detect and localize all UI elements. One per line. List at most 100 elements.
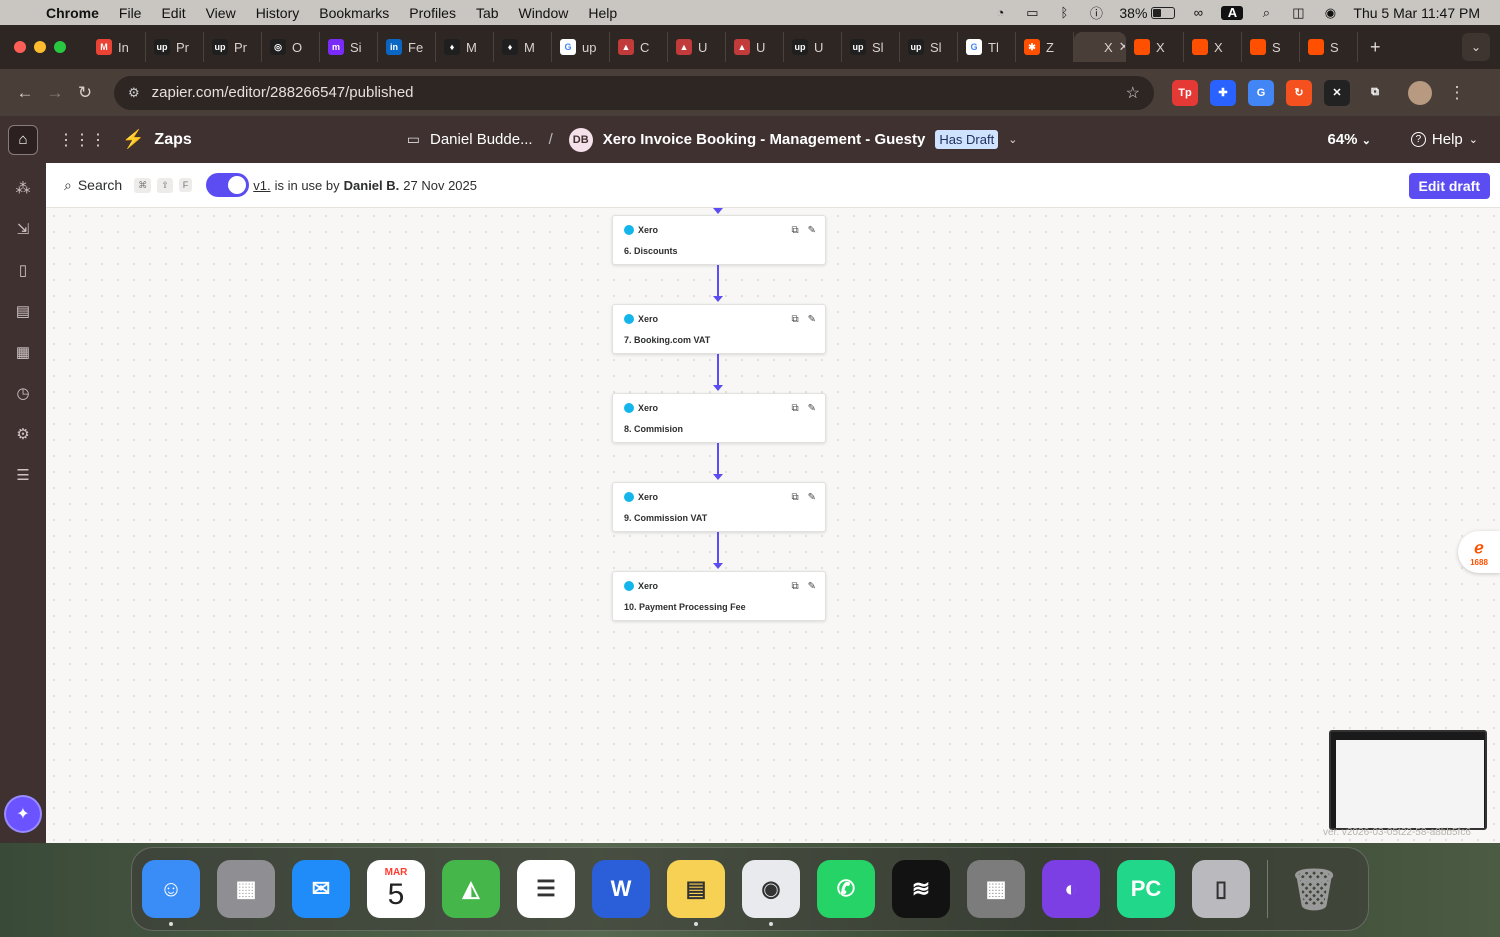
edit-step-icon[interactable]: ✎ [808, 492, 816, 503]
calendar-icon[interactable]: ▦ [12, 341, 34, 363]
browser-tab[interactable]: ✱ Z [1016, 32, 1074, 62]
browser-tab[interactable]: X [1184, 32, 1242, 62]
iphone-mirroring-app[interactable]: ▯ [1192, 860, 1250, 918]
firefox-app[interactable]: ◐ [1042, 860, 1100, 918]
clock-icon[interactable]: ◔ [991, 5, 1009, 20]
browser-tab[interactable]: X [1126, 32, 1184, 62]
browser-tab[interactable]: M In [88, 32, 146, 62]
workflow-step-card[interactable]: Xero ⧉ ✎ 9. Commission VAT [612, 482, 826, 532]
profile-avatar[interactable] [1408, 80, 1432, 105]
puzzle-extension-icon[interactable]: ⧉ [1362, 80, 1388, 106]
browser-tab[interactable]: up Sl [900, 32, 958, 62]
menu-app-name[interactable]: Chrome [36, 5, 109, 21]
siri-icon[interactable]: ◉ [1321, 5, 1339, 20]
forward-button[interactable]: → [40, 83, 70, 103]
x-extension-icon[interactable]: ✕ [1324, 79, 1350, 106]
close-window-button[interactable] [14, 41, 26, 53]
edit-step-icon[interactable]: ✎ [808, 225, 816, 236]
browser-tab[interactable]: ▲ C [610, 32, 668, 62]
browser-tab[interactable]: X✕ [1074, 32, 1126, 62]
browser-tab[interactable]: ◎ O [262, 32, 320, 62]
workflow-step-card[interactable]: Xero ⧉ ✎ 7. Booking.com VAT [612, 304, 826, 354]
menu-file[interactable]: File [109, 5, 152, 21]
browser-tab[interactable]: ♦ M [494, 32, 552, 62]
browser-tab[interactable]: S [1300, 32, 1358, 62]
workflow-step-card[interactable]: Xero ⧉ ✎ 6. Discounts [612, 215, 826, 265]
zoom-control[interactable]: 64% ⌄ [1328, 131, 1371, 148]
help-menu[interactable]: ? Help ⌄ [1410, 131, 1478, 148]
menu-edit[interactable]: Edit [151, 5, 195, 21]
browser-tab[interactable]: Gup [552, 32, 610, 62]
edit-step-icon[interactable]: ✎ [808, 403, 816, 414]
bluetooth-icon[interactable]: ᛒ [1055, 5, 1073, 20]
calculator-app[interactable]: ▦ [967, 860, 1025, 918]
browser-tab[interactable]: in Fe [378, 32, 436, 62]
whatsapp-app[interactable]: ✆ [817, 860, 875, 918]
close-tab-icon[interactable]: ✕ [1119, 39, 1125, 55]
copy-step-icon[interactable]: ⧉ [791, 581, 798, 592]
versions-icon[interactable]: ☰ [12, 464, 34, 486]
comments-icon[interactable]: ▤ [12, 300, 34, 322]
canvas-search-button[interactable]: ⌕ Search ⌘ ⇧ F [64, 177, 193, 194]
history-icon[interactable]: ◷ [12, 382, 34, 404]
chrome-app[interactable]: ◉ [742, 860, 800, 926]
copy-step-icon[interactable]: ⧉ [791, 492, 798, 503]
control-center-icon[interactable]: ◫ [1289, 5, 1307, 20]
display-icon[interactable]: ▭ [1023, 5, 1041, 20]
copy-step-icon[interactable]: ⧉ [791, 314, 798, 325]
tab-search-button[interactable]: ⌄ [1462, 33, 1490, 61]
spotlight-search-icon[interactable]: ⌕ [1257, 5, 1275, 20]
browser-tab[interactable]: ▲ U [668, 32, 726, 62]
browser-tab[interactable]: S [1242, 32, 1300, 62]
browser-tab[interactable]: ♦ M [436, 32, 494, 62]
menu-bookmarks[interactable]: Bookmarks [309, 5, 399, 21]
copy-step-icon[interactable]: ⧉ [791, 403, 798, 414]
browser-tab[interactable]: m Si [320, 32, 378, 62]
workflow-step-card[interactable]: Xero ⧉ ✎ 8. Commision [612, 393, 826, 443]
copy-step-icon[interactable]: ⧉ [791, 225, 798, 236]
reload-button[interactable]: ↻ [70, 83, 100, 103]
minimize-window-button[interactable] [34, 41, 46, 53]
address-bar[interactable]: ⚙ zapier.com/editor/288266547/published … [114, 75, 1154, 110]
browser-tab[interactable]: ▲ U [726, 32, 784, 62]
menu-profiles[interactable]: Profiles [399, 5, 466, 21]
version-link[interactable]: v1. [253, 178, 270, 193]
folder-link[interactable]: Daniel Budde... [430, 131, 533, 148]
calendar-app[interactable]: MAR 5 [367, 860, 425, 918]
app-grid-icon[interactable]: ⋮⋮⋮ [58, 130, 106, 150]
zap-on-toggle[interactable] [206, 173, 250, 197]
menu-history[interactable]: History [246, 5, 310, 21]
reminders-app[interactable]: ☰ [517, 860, 575, 918]
import-icon[interactable]: ⇲ [12, 218, 34, 240]
browser-tab[interactable]: up Pr [204, 32, 262, 62]
mail-app[interactable]: ✉ [292, 860, 350, 918]
apps-icon[interactable]: ⁂ [12, 177, 34, 199]
browser-tab[interactable]: G Tl [958, 32, 1016, 62]
document-icon[interactable]: ▯ [12, 259, 34, 281]
browser-tab[interactable]: up Pr [146, 32, 204, 62]
bookmark-star-icon[interactable]: ☆ [1126, 83, 1140, 103]
home-button[interactable]: ⌂ [8, 124, 38, 155]
notes-app[interactable]: ▤ [667, 860, 725, 926]
settings-icon[interactable]: ⚙ [12, 423, 34, 445]
puzzle-blue-extension-icon[interactable]: ✚ [1210, 79, 1236, 106]
link-icon[interactable]: ∞ [1189, 5, 1207, 20]
launchpad-app[interactable]: ▦ [217, 860, 275, 918]
menu-view[interactable]: View [196, 5, 246, 21]
browser-tab[interactable]: up U [784, 32, 842, 62]
workflow-step-card[interactable]: Xero ⧉ ✎ 10. Payment Processing Fee [612, 571, 826, 621]
finder-app[interactable]: ☺ [142, 860, 200, 926]
workflow-canvas[interactable]: Xero ⧉ ✎ 6. Discounts Xero ⧉ ✎ 7. Booking.com V… [46, 208, 1500, 843]
alibaba-1688-widget[interactable]: ℯ 1688 [1458, 531, 1500, 573]
word-app[interactable]: W [592, 860, 650, 918]
tp-extension-icon[interactable]: Tp [1172, 79, 1198, 106]
battery-indicator[interactable]: 38% [1119, 5, 1176, 21]
trash-icon[interactable]: 🗑 [1285, 860, 1343, 918]
copilot-icon[interactable]: ✦ [6, 797, 40, 831]
zaps-nav-link[interactable]: Zaps [154, 131, 191, 149]
spotify-app[interactable]: ≋ [892, 860, 950, 918]
chevron-down-icon[interactable]: ⌄ [1008, 133, 1017, 146]
reload-extension-icon[interactable]: ↻ [1286, 79, 1312, 106]
accessibility-icon[interactable]: ⓘ [1087, 6, 1105, 21]
menubar-clock[interactable]: Thu 5 Mar 11:47 PM [1353, 5, 1480, 21]
